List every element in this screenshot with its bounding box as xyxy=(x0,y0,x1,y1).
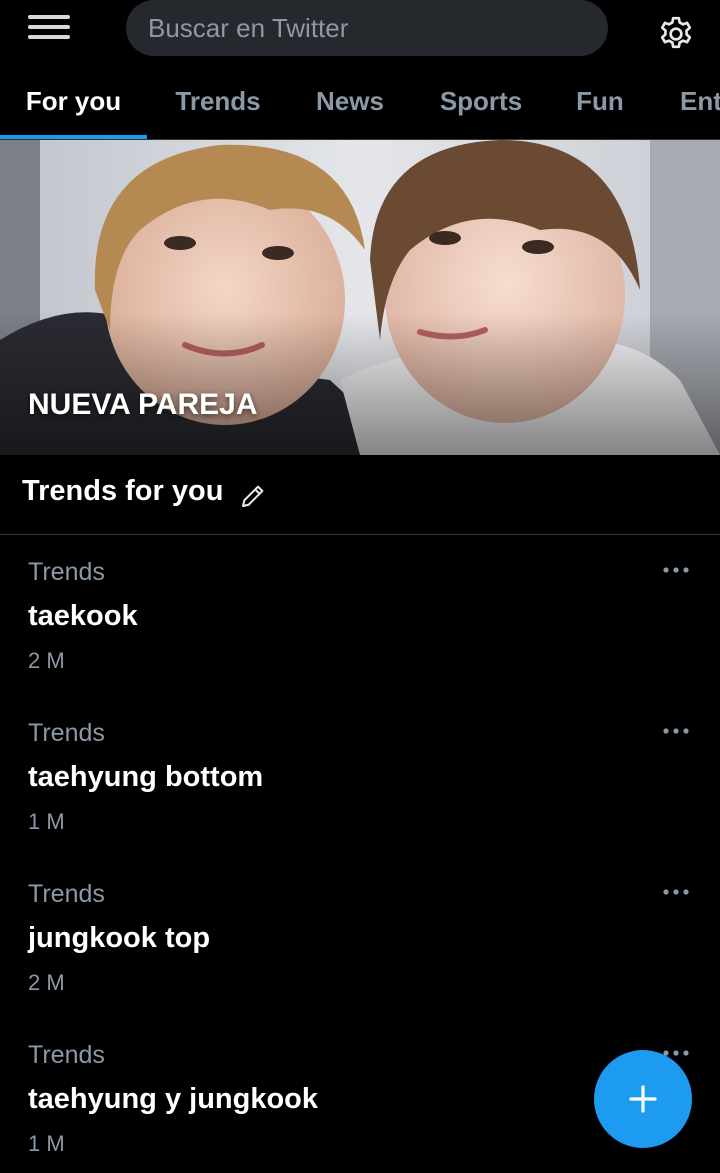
trend-name: taekook xyxy=(28,600,138,632)
trend-item[interactable]: Trends jungkook top 2 M xyxy=(0,858,720,1019)
active-tab-indicator xyxy=(0,135,147,139)
tab-sports[interactable]: Sports xyxy=(420,62,542,139)
explore-tabs: For you Trends News Sports Fun Ent xyxy=(0,62,720,140)
trend-count: 1 M xyxy=(28,809,65,834)
trends-section-header: Trends for you xyxy=(0,455,720,535)
search-input[interactable] xyxy=(148,12,608,44)
trend-count: 1 M xyxy=(28,1131,65,1156)
trend-item[interactable]: Trends taekook 2 M xyxy=(0,536,720,697)
hero-banner[interactable]: NUEVA PAREJA xyxy=(0,140,720,455)
hero-title: NUEVA PAREJA xyxy=(28,388,258,421)
more-dots-icon[interactable] xyxy=(660,564,692,576)
trend-context: Trends xyxy=(28,558,105,586)
plus-icon xyxy=(629,1085,657,1113)
tab-trends[interactable]: Trends xyxy=(150,62,286,139)
trend-count: 2 M xyxy=(28,970,65,995)
trend-name: taehyung bottom xyxy=(28,761,264,793)
pencil-icon[interactable] xyxy=(238,481,268,511)
trend-context: Trends xyxy=(28,1041,105,1069)
trend-context: Trends xyxy=(28,719,105,747)
tab-fun[interactable]: Fun xyxy=(558,62,642,139)
more-dots-icon[interactable] xyxy=(660,886,692,898)
trend-name: taehyung y jungkook xyxy=(28,1083,319,1115)
trend-item[interactable]: Trends taehyung bottom 1 M xyxy=(0,697,720,858)
tab-for-you[interactable]: For you xyxy=(0,62,147,139)
section-title: Trends for you xyxy=(22,475,224,507)
top-bar xyxy=(0,0,720,62)
gear-icon[interactable] xyxy=(656,14,696,54)
trend-count: 2 M xyxy=(28,648,65,673)
tab-entertainment[interactable]: Ent xyxy=(656,62,720,139)
tab-news[interactable]: News xyxy=(290,62,410,139)
trend-context: Trends xyxy=(28,880,105,908)
trend-name: jungkook top xyxy=(28,922,211,954)
more-dots-icon[interactable] xyxy=(660,725,692,737)
hamburger-menu-icon[interactable] xyxy=(28,13,70,41)
compose-tweet-button[interactable] xyxy=(594,1050,692,1148)
search-box[interactable] xyxy=(126,0,608,56)
